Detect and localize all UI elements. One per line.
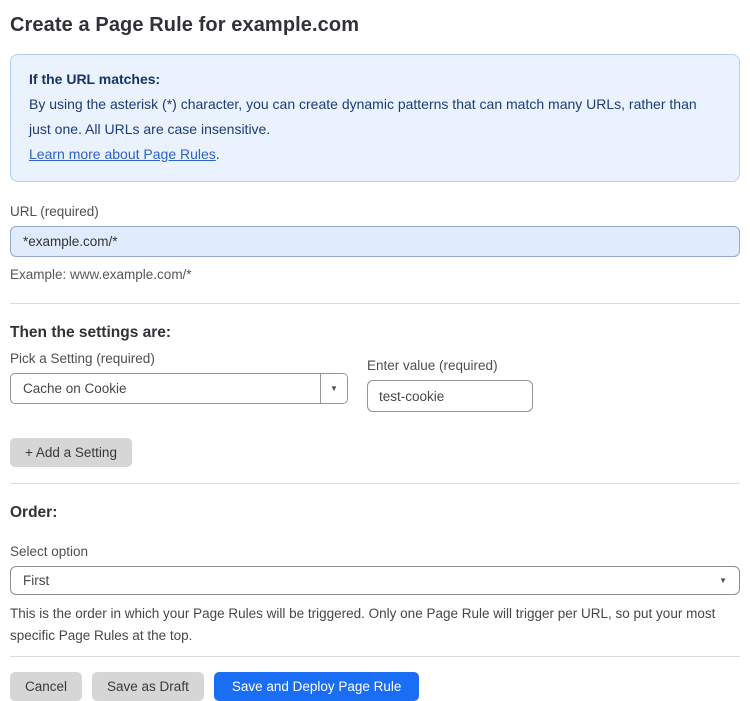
save-deploy-button[interactable]: Save and Deploy Page Rule — [213, 672, 420, 701]
setting-select-column: Pick a Setting (required) Cache on Cooki… — [10, 351, 348, 412]
chevron-down-icon: ▼ — [330, 383, 338, 393]
section-divider — [10, 656, 740, 657]
value-field-label: Enter value (required) — [367, 358, 498, 373]
chevron-down-icon: ▼ — [719, 575, 727, 585]
section-divider — [10, 483, 740, 484]
setting-select-label: Pick a Setting (required) — [10, 351, 155, 366]
url-field-label: URL (required) — [10, 204, 99, 219]
order-heading: Order: — [10, 504, 58, 521]
order-helper-text: This is the order in which your Page Rul… — [10, 606, 716, 643]
order-select-label: Select option — [10, 544, 89, 559]
save-draft-button[interactable]: Save as Draft — [92, 672, 204, 701]
order-select[interactable]: First ▼ — [10, 566, 740, 595]
settings-heading: Then the settings are: — [10, 324, 172, 341]
link-suffix: . — [215, 146, 220, 162]
form-actions: Cancel Save as Draft Save and Deploy Pag… — [10, 672, 740, 701]
page-title: Create a Page Rule for example.com — [10, 14, 360, 36]
cancel-button[interactable]: Cancel — [10, 672, 83, 701]
page-rule-form: Create a Page Rule for example.com If th… — [0, 0, 750, 701]
section-divider — [10, 303, 740, 304]
learn-more-link[interactable]: Learn more about Page Rules — [29, 146, 216, 162]
settings-row: Pick a Setting (required) Cache on Cooki… — [10, 351, 740, 412]
url-input[interactable] — [10, 226, 740, 257]
add-setting-button[interactable]: + Add a Setting — [10, 438, 132, 467]
info-box-link-line: Learn more about Page Rules. — [29, 142, 721, 167]
setting-value-input[interactable] — [367, 380, 533, 412]
url-field-helper: Example: www.example.com/* — [10, 267, 192, 282]
setting-value-column: Enter value (required) — [367, 351, 533, 412]
info-box-heading: If the URL matches: — [29, 71, 161, 87]
url-match-info-box: If the URL matches: By using the asteris… — [10, 54, 740, 182]
setting-select-arrow-button[interactable]: ▼ — [320, 374, 347, 403]
info-box-body: By using the asterisk (*) character, you… — [29, 96, 697, 137]
order-select-value: First — [23, 573, 50, 588]
setting-select-value: Cache on Cookie — [23, 381, 127, 396]
setting-select[interactable]: Cache on Cookie ▼ — [10, 373, 348, 404]
